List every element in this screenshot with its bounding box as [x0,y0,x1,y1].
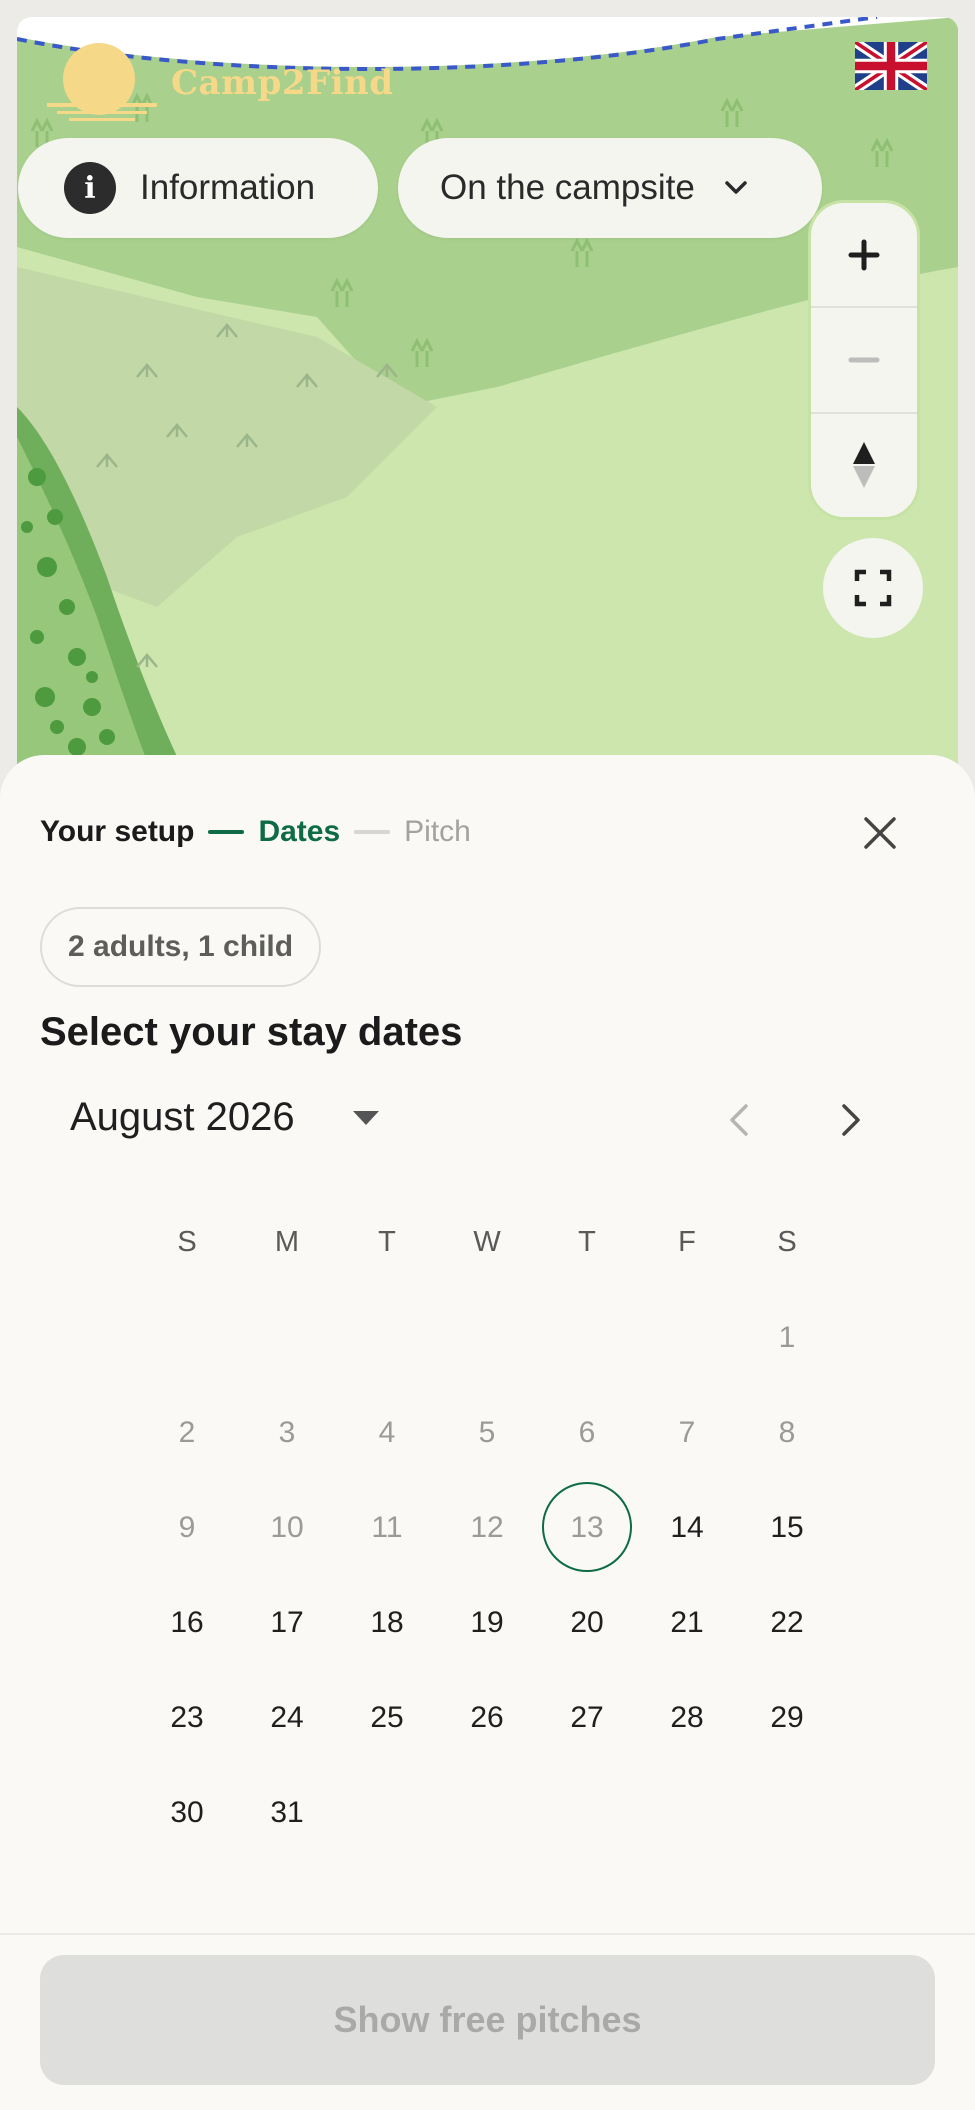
calendar-day[interactable]: 22 [737,1575,837,1670]
fullscreen-icon [854,569,892,607]
calendar-day[interactable]: 20 [537,1575,637,1670]
minus-icon [848,357,880,363]
language-flag-icon[interactable] [852,38,930,94]
close-icon[interactable] [862,815,898,851]
calendar-empty-cell [637,1765,737,1860]
calendar-day[interactable]: 17 [237,1575,337,1670]
step-dates[interactable]: Dates [258,815,340,849]
calendar-week-row: 23 24 25 26 27 28 29 [137,1670,837,1765]
calendar-empty-cell [137,1290,237,1385]
calendar-day[interactable]: 19 [437,1575,537,1670]
info-icon: i [64,162,116,214]
calendar-empty-cell [737,1765,837,1860]
calendar-day-disabled: 12 [470,1510,504,1544]
plus-icon [848,239,880,271]
calendar-empty-cell [637,1290,737,1385]
fullscreen-button[interactable] [823,538,923,638]
information-button[interactable]: i Information [18,138,378,238]
weekday-label: S [777,1226,797,1258]
booking-stepper: Your setup Dates Pitch [40,815,471,849]
calendar-day[interactable]: 14 [637,1480,737,1575]
calendar-day[interactable]: 24 [237,1670,337,1765]
calendar-day[interactable]: 23 [137,1670,237,1765]
compass-icon [853,442,875,489]
step-divider [354,830,391,834]
calendar-day[interactable]: 25 [337,1670,437,1765]
calendar-day[interactable]: 29 [737,1670,837,1765]
information-label: Information [140,168,316,207]
weekday-header: S M T W T F S [137,1195,837,1290]
show-free-pitches-button[interactable]: Show free pitches [40,1955,935,2085]
calendar-grid: S M T W T F S 1 2 3 4 5 6 7 8 9 10 11 12 13 14 15 16 17 1… [137,1195,837,1860]
calendar-day-disabled: 4 [378,1415,396,1449]
previous-month-icon[interactable] [720,1100,760,1140]
brand-name: Camp2Find [171,63,394,103]
calendar-empty-cell [537,1290,637,1385]
date-selection-sheet: Your setup Dates Pitch 2 adults, 1 child… [0,755,975,2110]
zoom-out-button[interactable] [811,308,917,414]
sheet-footer: Show free pitches [0,1933,975,2110]
weekday-label: S [177,1226,197,1258]
weekday-label: T [378,1226,396,1258]
calendar-week-row: 2 3 4 5 6 7 8 [137,1385,837,1480]
guests-chip[interactable]: 2 adults, 1 child [40,907,322,987]
calendar-day-disabled: 11 [371,1510,403,1544]
calendar-empty-cell [437,1765,537,1860]
calendar-day-disabled: 8 [778,1415,796,1449]
caret-down-icon [352,1110,379,1125]
calendar-day[interactable]: 30 [137,1765,237,1860]
step-pitch: Pitch [404,815,471,848]
calendar-day[interactable]: 31 [237,1765,337,1860]
calendar-empty-cell [337,1765,437,1860]
calendar-day[interactable]: 15 [737,1480,837,1575]
page-title: Select your stay dates [40,1010,463,1054]
calendar-day[interactable]: 28 [637,1670,737,1765]
calendar-day[interactable]: 27 [537,1670,637,1765]
weekday-label: W [473,1226,501,1258]
weekday-label: F [678,1226,696,1258]
calendar-empty-cell [537,1765,637,1860]
month-label: August 2026 [70,1095,295,1139]
calendar-week-row: 16 17 18 19 20 21 22 [137,1575,837,1670]
next-month-icon[interactable] [830,1100,870,1140]
campsite-dropdown-label: On the campsite [440,168,695,207]
calendar-day-today[interactable]: 13 [537,1480,637,1575]
calendar-day[interactable]: 26 [437,1670,537,1765]
calendar-day[interactable]: 16 [137,1575,237,1670]
today-ring [542,1482,632,1572]
calendar-empty-cell [437,1290,537,1385]
weekday-label: T [578,1226,596,1258]
calendar-week-row: 1 [137,1290,837,1385]
chevron-down-icon [725,181,747,194]
campsite-dropdown[interactable]: On the campsite [398,138,822,238]
calendar-day[interactable]: 21 [637,1575,737,1670]
step-your-setup[interactable]: Your setup [40,815,194,849]
calendar-day-disabled: 9 [178,1510,196,1544]
calendar-week-row: 9 10 11 12 13 14 15 [137,1480,837,1575]
calendar-day-disabled: 10 [270,1510,304,1544]
calendar-empty-cell [337,1290,437,1385]
month-selector[interactable]: August 2026 [70,1095,381,1140]
calendar-day-disabled: 6 [578,1415,596,1449]
calendar-weeks: 1 2 3 4 5 6 7 8 9 10 11 12 13 14 15 16 17 18 19 20 21 22 23 24 2… [137,1290,837,1860]
brand-logo: Camp2Find [47,37,393,137]
step-divider [208,830,245,834]
calendar-empty-cell [237,1290,337,1385]
sunset-icon [47,43,157,121]
calendar-day-disabled: 2 [178,1415,196,1449]
zoom-in-button[interactable] [811,203,917,309]
map-zoom-controls [808,200,920,520]
calendar-day-disabled: 3 [278,1415,296,1449]
weekday-label: M [274,1226,300,1258]
calendar-week-row: 30 31 [137,1765,837,1860]
calendar-day-disabled: 7 [678,1415,696,1449]
calendar-day[interactable]: 18 [337,1575,437,1670]
compass-button[interactable] [811,414,917,517]
calendar-day-disabled: 1 [778,1320,796,1354]
calendar-day-disabled: 5 [478,1415,496,1449]
